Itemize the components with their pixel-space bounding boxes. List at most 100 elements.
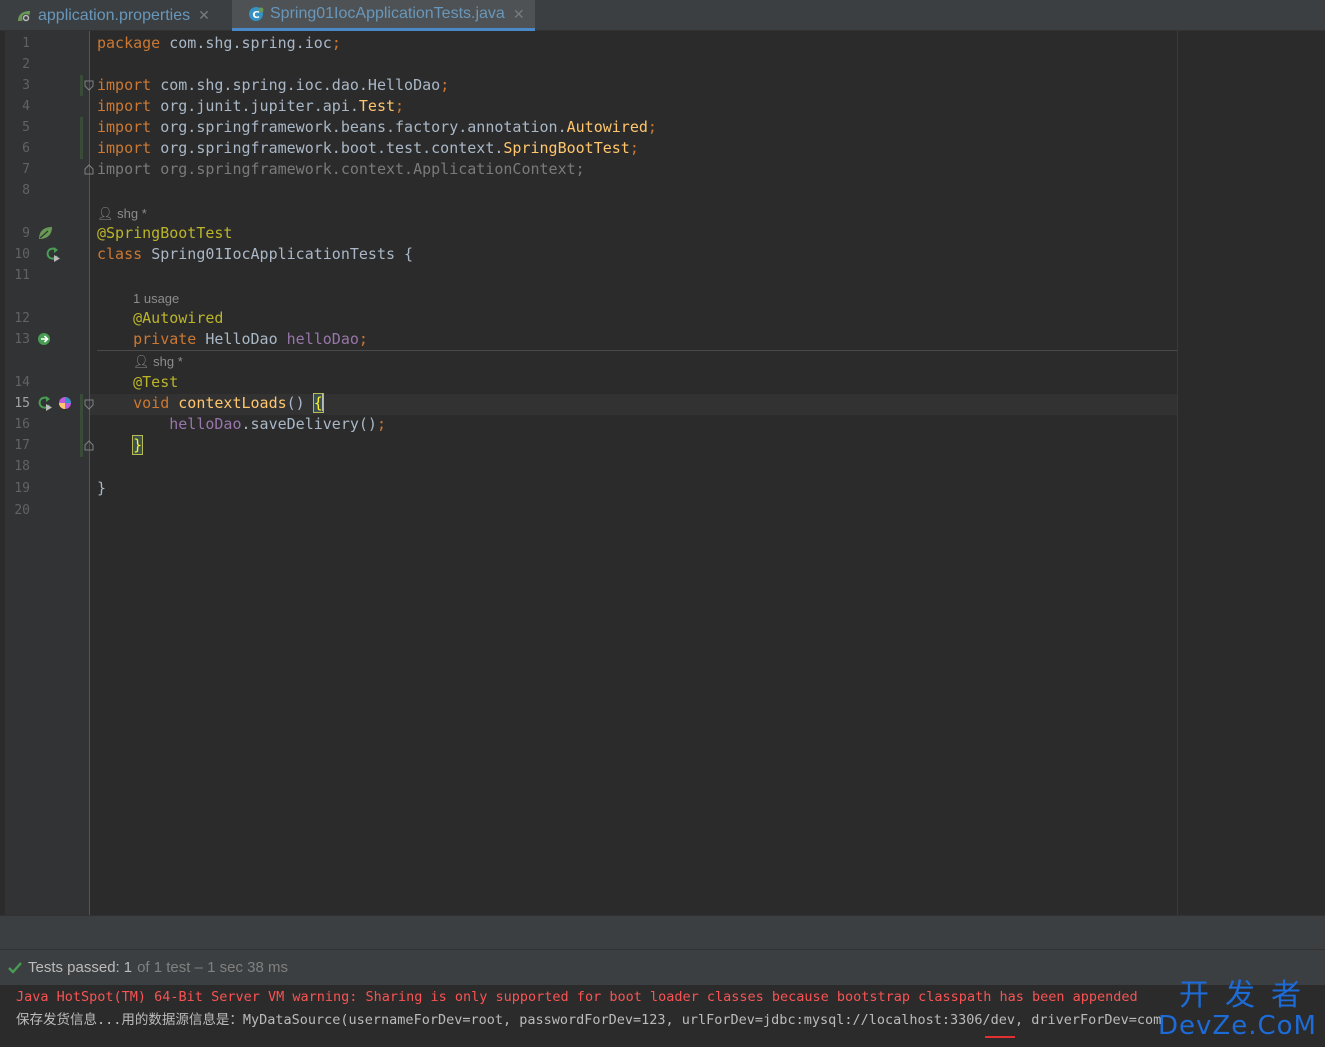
tests-passed-label: Tests passed:	[28, 959, 120, 976]
code-token: ;	[440, 76, 450, 94]
code-token: @SpringBootTest	[97, 224, 233, 242]
right-margin-guide	[1177, 31, 1178, 915]
plugin-marker-icon[interactable]	[57, 395, 73, 411]
method-separator	[97, 350, 1177, 351]
line-number: 3	[22, 78, 30, 93]
spring-bean-icon[interactable]	[37, 225, 53, 241]
line-number: 13	[14, 332, 30, 347]
line-number: 14	[14, 375, 30, 390]
line-number: 10	[14, 247, 30, 262]
code-line[interactable]: class Spring01IocApplicationTests {	[97, 244, 413, 265]
code-token: import	[97, 118, 161, 136]
text-caret	[321, 394, 324, 411]
close-tab-icon[interactable]: ✕	[198, 7, 210, 24]
tab-application-properties[interactable]: application.properties ✕	[0, 0, 230, 31]
code-token: }	[132, 435, 144, 455]
watermark-logo: 开发者 DevZe.CoM	[1158, 978, 1317, 1041]
watermark-line1: 开发者	[1179, 978, 1317, 1013]
code-token: Test	[358, 97, 396, 115]
code-token: com.shg.spring.ioc.dao.HelloDao	[160, 76, 441, 94]
code-line[interactable]: import org.junit.jupiter.api.Test;	[97, 96, 404, 117]
line-number: 12	[14, 311, 30, 326]
line-number: 9	[22, 226, 30, 241]
code-line[interactable]: private HelloDao helloDao;	[97, 329, 368, 350]
svg-text:C: C	[252, 10, 259, 21]
run-console[interactable]: Java HotSpot(TM) 64-Bit Server VM warnin…	[0, 985, 1325, 1047]
user-icon: 👤︎	[97, 206, 114, 221]
code-token: void	[133, 394, 179, 412]
line-number: 20	[14, 503, 30, 518]
code-token: class	[97, 245, 152, 263]
close-tab-icon[interactable]: ✕	[513, 6, 525, 23]
code-line[interactable]: @Autowired	[97, 308, 223, 329]
code-token: Autowired	[566, 118, 648, 136]
line-number: 8	[22, 183, 30, 198]
code-token: import	[97, 97, 161, 115]
console-warning-line: Java HotSpot(TM) 64-Bit Server VM warnin…	[16, 989, 1138, 1005]
code-token: import	[97, 139, 161, 157]
code-editor[interactable]: 1 2 3 4 5 6 7 8 9 10 11 12 13 14 15 16 1…	[0, 31, 1325, 915]
code-line[interactable]: @Test	[97, 372, 178, 393]
line-number: 4	[22, 99, 30, 114]
line-number: 18	[14, 459, 30, 474]
code-token: import org.springframework.context.Appli…	[97, 160, 585, 178]
fold-marker-icon[interactable]	[84, 399, 94, 410]
fold-marker-icon[interactable]	[84, 164, 94, 175]
code-line[interactable]: void contextLoads() {	[97, 393, 324, 414]
code-token: private	[133, 330, 206, 348]
properties-file-icon	[18, 10, 30, 22]
vcs-change-marker	[80, 117, 83, 159]
code-token: ;	[647, 118, 657, 136]
code-line[interactable]: import com.shg.spring.ioc.dao.HelloDao;	[97, 75, 449, 96]
tab-spring01-tests[interactable]: C Spring01IocApplicationTests.java ✕	[232, 0, 535, 31]
author-hint[interactable]: 👤︎ shg *	[97, 205, 147, 223]
line-number: 16	[14, 417, 30, 432]
code-token: Spring01IocApplicationTests {	[151, 245, 414, 263]
code-token: }	[97, 479, 107, 497]
code-line[interactable]: import org.springframework.boot.test.con…	[97, 138, 639, 159]
code-token: contextLoads	[178, 394, 287, 412]
vcs-change-marker	[80, 75, 83, 96]
tab-label: application.properties	[38, 6, 191, 24]
java-class-icon: C	[249, 7, 264, 21]
code-line[interactable]: import org.springframework.beans.factory…	[97, 117, 657, 138]
code-token: org.junit.jupiter.api.	[160, 97, 359, 115]
code-token: @Autowired	[133, 309, 224, 327]
code-token: helloDao	[286, 330, 359, 348]
autowired-navigate-icon[interactable]	[37, 331, 53, 347]
line-number: 1	[22, 36, 30, 51]
user-icon: 👤︎	[133, 354, 150, 369]
run-test-class-icon[interactable]	[45, 246, 61, 262]
usage-hint[interactable]: 1 usage	[133, 290, 179, 308]
code-line[interactable]: import org.springframework.context.Appli…	[97, 159, 585, 180]
console-output-line: 保存发货信息...用的数据源信息是：MyDataSource(usernameF…	[16, 1012, 1162, 1028]
code-line[interactable]: }	[97, 478, 106, 499]
code-line[interactable]: package com.shg.spring.ioc;	[97, 33, 341, 54]
code-line[interactable]: helloDao.saveDelivery();	[97, 414, 386, 435]
panel-divider[interactable]	[0, 915, 1325, 949]
run-test-method-icon[interactable]	[37, 395, 53, 411]
line-number: 5	[22, 120, 30, 135]
code-token: ;	[376, 415, 386, 433]
code-line[interactable]: @SpringBootTest	[97, 223, 232, 244]
fold-marker-icon[interactable]	[84, 80, 94, 91]
author-hint[interactable]: 👤︎ shg *	[133, 353, 183, 371]
code-line[interactable]: }	[97, 435, 144, 456]
code-token: ;	[395, 97, 405, 115]
fold-marker-icon[interactable]	[84, 440, 94, 451]
code-token: .saveDelivery()	[241, 415, 377, 433]
line-number: 11	[14, 268, 30, 283]
tests-detail: of 1 test – 1 sec 38 ms	[137, 959, 288, 976]
editor-tab-bar: application.properties ✕ C Spring01IocAp…	[0, 0, 1325, 31]
code-token: ;	[629, 139, 639, 157]
watermark-line2: DevZe.CoM	[1158, 1011, 1317, 1041]
line-number: 6	[22, 141, 30, 156]
vcs-change-marker	[80, 394, 83, 457]
test-results-bar: Tests passed: 1 of 1 test – 1 sec 38 ms	[0, 949, 1325, 985]
